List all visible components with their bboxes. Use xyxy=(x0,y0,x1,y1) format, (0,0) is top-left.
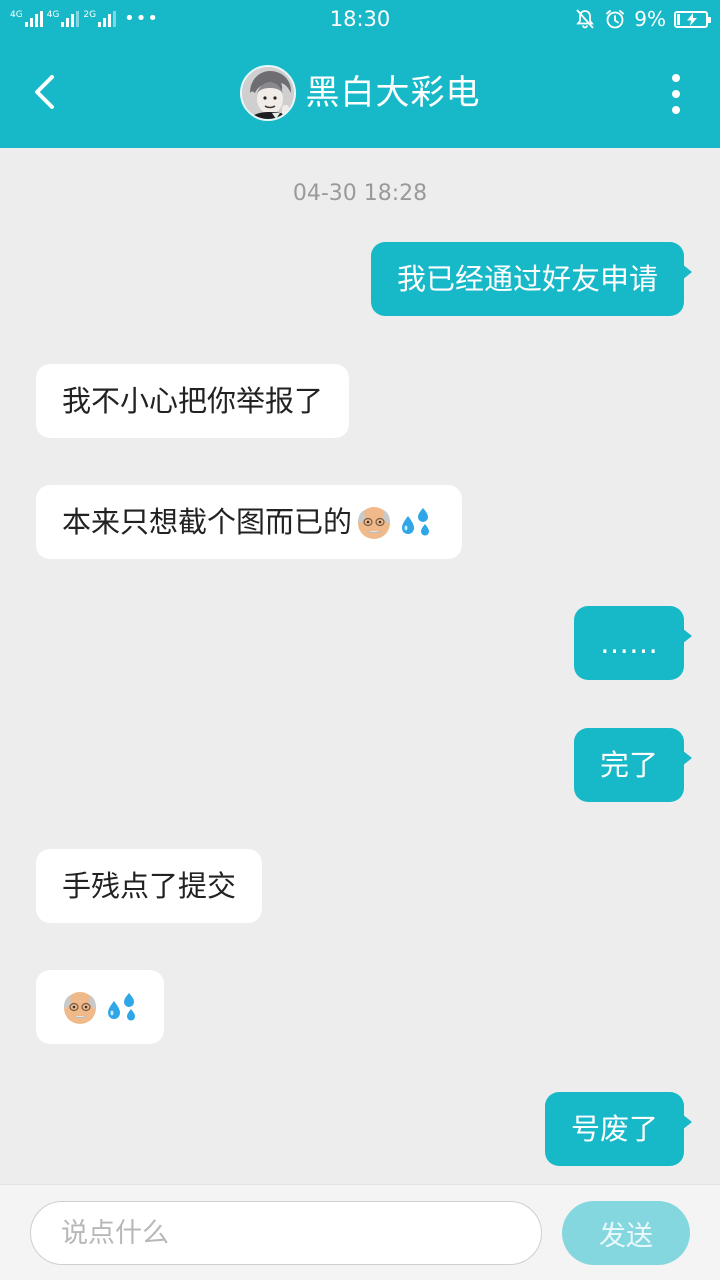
message-text: 手残点了提交 xyxy=(62,869,237,903)
outgoing-message[interactable]: 号废了 xyxy=(544,1092,693,1166)
sweat-droplets-emoji xyxy=(102,987,142,1027)
message-input[interactable] xyxy=(30,1201,542,1265)
contact-avatar[interactable] xyxy=(239,65,296,121)
status-bar: 4G 4G 2G ••• 18:30 9% xyxy=(0,0,720,38)
sweat-droplets-emoji xyxy=(396,502,436,542)
alarm-clock-icon xyxy=(604,8,626,30)
message-list[interactable]: 04-30 18:28 我已经通过好友申请 我不小心把你举报了 本来只想截个图而… xyxy=(0,148,720,1184)
send-button[interactable]: 发送 xyxy=(562,1201,690,1265)
more-vertical-icon xyxy=(672,74,680,82)
chat-title-area[interactable]: 黑白大彩电 xyxy=(0,64,720,122)
message-text: 我已经通过好友申请 xyxy=(396,262,658,296)
message-timestamp: 04-30 18:28 xyxy=(292,181,428,206)
outgoing-message[interactable]: 我已经通过好友申请 xyxy=(370,242,693,316)
message-text: 本来只想截个图而已的 xyxy=(62,505,353,539)
message-text: …… xyxy=(600,626,658,660)
old-man-emoji xyxy=(354,502,394,542)
chat-header: 黑白大彩电 xyxy=(0,38,720,148)
battery-charging-icon xyxy=(674,10,711,28)
input-bar: 发送 xyxy=(0,1184,720,1280)
battery-percent: 9% xyxy=(634,7,666,31)
outgoing-message[interactable]: 完了 xyxy=(573,728,693,802)
message-text: 我不小心把你举报了 xyxy=(62,384,324,418)
incoming-message[interactable] xyxy=(36,970,164,1044)
chat-title: 黑白大彩电 xyxy=(305,73,481,113)
mute-bell-icon xyxy=(574,8,596,30)
incoming-message[interactable]: 手残点了提交 xyxy=(36,849,263,923)
incoming-message[interactable]: 本来只想截个图而已的 xyxy=(36,485,463,559)
outgoing-message[interactable]: …… xyxy=(574,606,692,680)
incoming-message[interactable]: 我不小心把你举报了 xyxy=(36,364,350,438)
status-right-icons: 9% xyxy=(574,6,711,32)
more-options-button[interactable] xyxy=(666,74,686,114)
message-text: 号废了 xyxy=(570,1112,658,1146)
old-man-emoji xyxy=(60,987,100,1027)
message-text: 完了 xyxy=(599,748,658,782)
